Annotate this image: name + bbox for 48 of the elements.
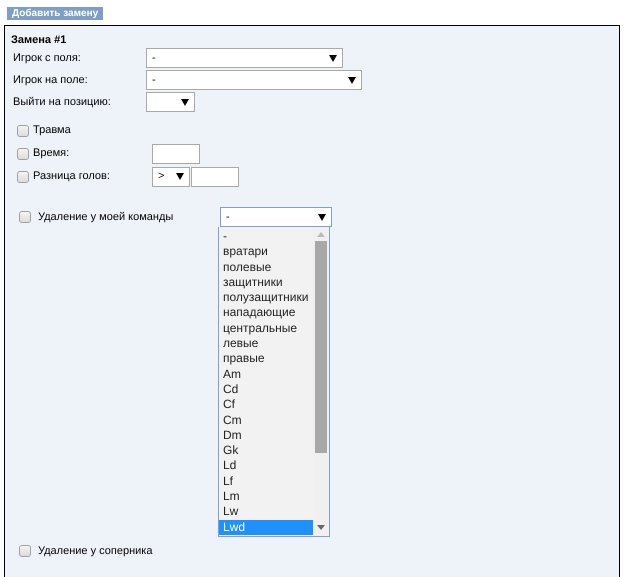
dropdown-option[interactable]: левые [219,336,313,352]
dropdown-option[interactable]: центральные [219,320,313,336]
condition-label: Травма [33,123,72,138]
checkbox[interactable] [17,124,29,136]
caret-icon [176,173,184,180]
condition-label: Разница голов: [33,169,111,184]
dropdown-option[interactable]: нападающие [219,305,313,321]
checkbox[interactable] [19,211,31,223]
checkbox[interactable] [17,148,29,160]
caret-icon [181,98,189,106]
caret-icon [318,214,326,220]
select-field[interactable]: - [146,48,343,68]
select-field[interactable] [146,92,195,112]
dropdown-option[interactable]: Lw [219,504,313,520]
substitution-title: Замена #1 [11,33,68,47]
checkbox[interactable] [19,545,31,557]
dropdown-option[interactable]: полевые [219,260,313,275]
dropdown-option[interactable]: Gk [219,443,313,458]
dropdown-option[interactable]: полузащитники [219,290,313,306]
caret-icon [348,76,356,84]
dropdown-option[interactable]: правые [219,351,313,367]
select-field[interactable]: - [220,207,332,227]
dropdown-option[interactable]: Ld [219,458,313,474]
dropdown-option[interactable]: Cm [219,412,313,428]
dropdown-option[interactable]: Am [219,366,313,382]
dropdown-option[interactable]: - [219,229,313,244]
checkbox[interactable] [17,170,29,182]
caret-icon [329,54,337,62]
removal-label: Удаление у соперника [38,544,152,559]
select-field[interactable]: - [146,70,362,90]
time-input-field[interactable] [152,144,200,164]
scrollbar-thumb[interactable] [315,241,327,453]
dropdown-option[interactable]: Lm [219,489,313,504]
dropdown-option[interactable]: Cd [219,382,313,398]
goal-difference-input-field[interactable] [191,166,239,186]
scroll-up-icon[interactable] [317,232,325,237]
field-label: Игрок с поля: [12,50,82,66]
scroll-down-icon[interactable] [317,525,325,530]
dropdown-option[interactable]: Lf [219,474,313,490]
field-label: Выйти на позицию: [12,94,112,110]
dropdown-option[interactable]: защитники [219,274,313,290]
dropdown-option[interactable]: Cf [219,397,313,413]
removal-label: Удаление у моей команды [38,210,174,225]
select-field[interactable]: > [152,166,190,186]
condition-label: Время: [33,146,70,162]
field-label: Игрок на поле: [12,72,89,88]
dropdown-option[interactable]: вратари [219,244,313,260]
dropdown-option[interactable]: Dm [219,428,313,444]
